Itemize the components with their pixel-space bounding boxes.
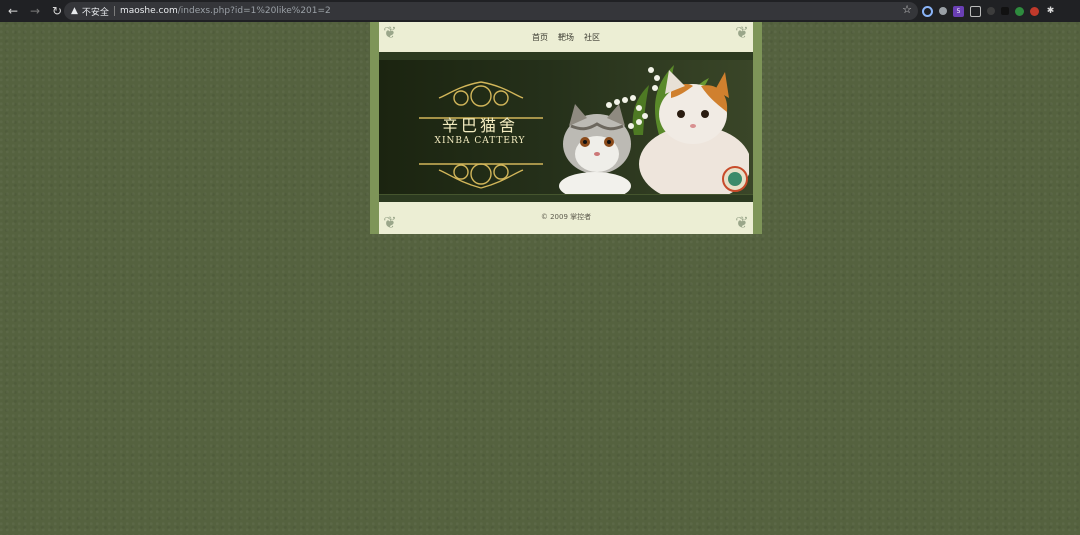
nav-item-community[interactable]: 社区 [584, 32, 600, 43]
extension-gear-icon[interactable] [939, 7, 947, 15]
forward-icon[interactable]: → [26, 2, 44, 20]
extension-badge-count: 5 [956, 7, 961, 15]
extension-window-icon[interactable] [970, 5, 981, 17]
logo-subtitle: XINBA CATTERY [434, 136, 526, 146]
top-nav: 首页 靶场 社区 [379, 22, 753, 52]
extension-red-icon[interactable] [1030, 6, 1039, 16]
url-path: /indexs.php?id=1%20like%201=2 [177, 6, 331, 16]
bookmark-star-icon[interactable]: ☆ [902, 3, 912, 16]
banner-strip [379, 194, 753, 202]
cfa-badge-icon [722, 166, 748, 192]
extension-circle-icon[interactable] [922, 5, 933, 17]
site-inner: ❦ ❦ 首页 靶场 社区 辛巴猫舍 XINBA CATTERY ❦ ❦ © 20… [379, 22, 753, 234]
url-domain: maoshe.com [119, 6, 178, 16]
security-label: 不安全 [81, 7, 109, 18]
extension-puzzle-icon[interactable]: ✱ [1045, 6, 1056, 17]
address-bar[interactable]: ▲ 不安全 maoshe.com /indexs.php?id=1%20like… [64, 2, 918, 20]
extension-shield-icon[interactable] [1015, 6, 1024, 16]
logo-title: 辛巴猫舍 [441, 116, 518, 135]
extensions-bar: 5 ✱ [922, 3, 1056, 19]
browser-toolbar: ← → ↻ ▲ 不安全 maoshe.com /indexs.php?id=1%… [0, 0, 1080, 22]
extension-badge-icon[interactable]: 5 [953, 5, 964, 17]
back-icon[interactable]: ← [4, 2, 22, 20]
warning-icon: ▲ [71, 6, 78, 16]
footer-copyright: © 2009 掌控者 [540, 213, 592, 221]
separator [113, 6, 115, 16]
nav-item-home[interactable]: 首页 [532, 32, 548, 43]
extension-dark2-icon[interactable] [1001, 7, 1009, 15]
nav-item-range[interactable]: 靶场 [558, 32, 574, 43]
extension-dark-icon[interactable] [987, 7, 995, 15]
header-banner: 辛巴猫舍 XINBA CATTERY [379, 52, 753, 202]
site-container: ❦ ❦ 首页 靶场 社区 辛巴猫舍 XINBA CATTERY ❦ ❦ © 20… [370, 22, 762, 234]
